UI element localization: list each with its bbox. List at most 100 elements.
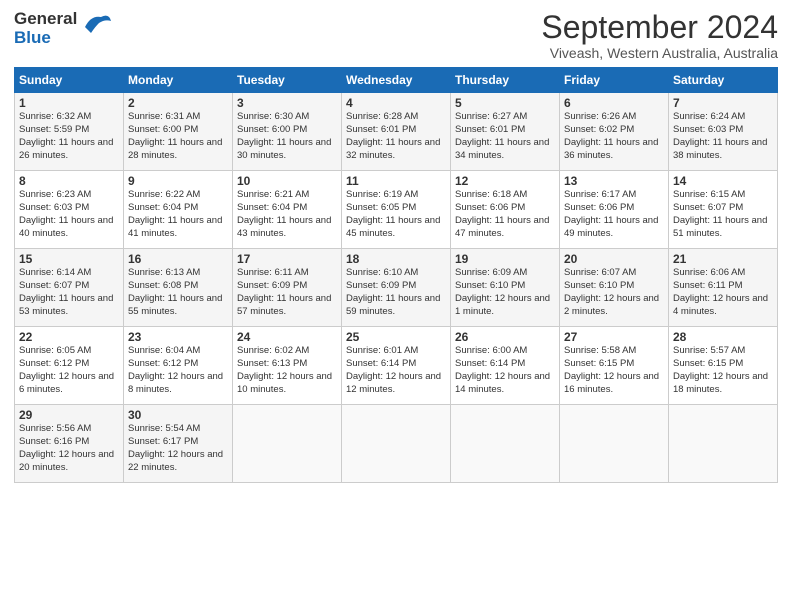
table-row: 22Sunrise: 6:05 AMSunset: 6:12 PMDayligh… xyxy=(15,327,124,405)
day-content: Sunrise: 6:02 AMSunset: 6:13 PMDaylight:… xyxy=(237,345,337,396)
table-row: 1Sunrise: 6:32 AMSunset: 5:59 PMDaylight… xyxy=(15,93,124,171)
day-number: 30 xyxy=(128,408,228,422)
calendar-subtitle: Viveash, Western Australia, Australia xyxy=(541,45,778,61)
day-content: Sunrise: 6:14 AMSunset: 6:07 PMDaylight:… xyxy=(19,267,119,318)
day-number: 22 xyxy=(19,330,119,344)
table-row: 4Sunrise: 6:28 AMSunset: 6:01 PMDaylight… xyxy=(342,93,451,171)
day-number: 16 xyxy=(128,252,228,266)
table-row: 12Sunrise: 6:18 AMSunset: 6:06 PMDayligh… xyxy=(451,171,560,249)
table-row: 23Sunrise: 6:04 AMSunset: 6:12 PMDayligh… xyxy=(124,327,233,405)
calendar-body: 1Sunrise: 6:32 AMSunset: 5:59 PMDaylight… xyxy=(15,93,778,483)
table-row xyxy=(451,405,560,483)
day-number: 26 xyxy=(455,330,555,344)
day-number: 7 xyxy=(673,96,773,110)
day-content: Sunrise: 6:30 AMSunset: 6:00 PMDaylight:… xyxy=(237,111,337,162)
day-number: 13 xyxy=(564,174,664,188)
header-monday: Monday xyxy=(124,68,233,93)
day-number: 28 xyxy=(673,330,773,344)
logo-bird-icon xyxy=(81,7,113,46)
table-row: 21Sunrise: 6:06 AMSunset: 6:11 PMDayligh… xyxy=(669,249,778,327)
day-number: 21 xyxy=(673,252,773,266)
day-number: 18 xyxy=(346,252,446,266)
day-content: Sunrise: 6:07 AMSunset: 6:10 PMDaylight:… xyxy=(564,267,664,318)
table-row: 20Sunrise: 6:07 AMSunset: 6:10 PMDayligh… xyxy=(560,249,669,327)
table-row: 19Sunrise: 6:09 AMSunset: 6:10 PMDayligh… xyxy=(451,249,560,327)
header-thursday: Thursday xyxy=(451,68,560,93)
table-row: 13Sunrise: 6:17 AMSunset: 6:06 PMDayligh… xyxy=(560,171,669,249)
day-content: Sunrise: 5:57 AMSunset: 6:15 PMDaylight:… xyxy=(673,345,773,396)
day-number: 9 xyxy=(128,174,228,188)
table-row: 29Sunrise: 5:56 AMSunset: 6:16 PMDayligh… xyxy=(15,405,124,483)
table-row: 25Sunrise: 6:01 AMSunset: 6:14 PMDayligh… xyxy=(342,327,451,405)
header-sunday: Sunday xyxy=(15,68,124,93)
day-content: Sunrise: 6:13 AMSunset: 6:08 PMDaylight:… xyxy=(128,267,228,318)
day-content: Sunrise: 6:31 AMSunset: 6:00 PMDaylight:… xyxy=(128,111,228,162)
day-content: Sunrise: 6:10 AMSunset: 6:09 PMDaylight:… xyxy=(346,267,446,318)
day-content: Sunrise: 6:21 AMSunset: 6:04 PMDaylight:… xyxy=(237,189,337,240)
day-content: Sunrise: 6:32 AMSunset: 5:59 PMDaylight:… xyxy=(19,111,119,162)
table-row: 10Sunrise: 6:21 AMSunset: 6:04 PMDayligh… xyxy=(233,171,342,249)
day-number: 5 xyxy=(455,96,555,110)
day-number: 27 xyxy=(564,330,664,344)
day-content: Sunrise: 6:11 AMSunset: 6:09 PMDaylight:… xyxy=(237,267,337,318)
day-number: 24 xyxy=(237,330,337,344)
day-content: Sunrise: 6:05 AMSunset: 6:12 PMDaylight:… xyxy=(19,345,119,396)
day-number: 11 xyxy=(346,174,446,188)
day-content: Sunrise: 6:24 AMSunset: 6:03 PMDaylight:… xyxy=(673,111,773,162)
day-content: Sunrise: 6:06 AMSunset: 6:11 PMDaylight:… xyxy=(673,267,773,318)
day-number: 2 xyxy=(128,96,228,110)
header-tuesday: Tuesday xyxy=(233,68,342,93)
table-row: 26Sunrise: 6:00 AMSunset: 6:14 PMDayligh… xyxy=(451,327,560,405)
logo: General Blue xyxy=(14,10,113,47)
day-number: 10 xyxy=(237,174,337,188)
page: General Blue September 2024 Viveash, Wes… xyxy=(0,0,792,612)
table-row: 28Sunrise: 5:57 AMSunset: 6:15 PMDayligh… xyxy=(669,327,778,405)
table-row: 30Sunrise: 5:54 AMSunset: 6:17 PMDayligh… xyxy=(124,405,233,483)
table-row: 27Sunrise: 5:58 AMSunset: 6:15 PMDayligh… xyxy=(560,327,669,405)
table-row: 6Sunrise: 6:26 AMSunset: 6:02 PMDaylight… xyxy=(560,93,669,171)
day-content: Sunrise: 6:26 AMSunset: 6:02 PMDaylight:… xyxy=(564,111,664,162)
day-content: Sunrise: 6:01 AMSunset: 6:14 PMDaylight:… xyxy=(346,345,446,396)
table-row: 15Sunrise: 6:14 AMSunset: 6:07 PMDayligh… xyxy=(15,249,124,327)
table-row: 8Sunrise: 6:23 AMSunset: 6:03 PMDaylight… xyxy=(15,171,124,249)
table-row: 18Sunrise: 6:10 AMSunset: 6:09 PMDayligh… xyxy=(342,249,451,327)
header-saturday: Saturday xyxy=(669,68,778,93)
day-content: Sunrise: 6:09 AMSunset: 6:10 PMDaylight:… xyxy=(455,267,555,318)
day-number: 8 xyxy=(19,174,119,188)
day-number: 1 xyxy=(19,96,119,110)
day-number: 15 xyxy=(19,252,119,266)
day-number: 6 xyxy=(564,96,664,110)
calendar-header: Sunday Monday Tuesday Wednesday Thursday… xyxy=(15,68,778,93)
table-row: 7Sunrise: 6:24 AMSunset: 6:03 PMDaylight… xyxy=(669,93,778,171)
day-content: Sunrise: 6:22 AMSunset: 6:04 PMDaylight:… xyxy=(128,189,228,240)
day-content: Sunrise: 6:00 AMSunset: 6:14 PMDaylight:… xyxy=(455,345,555,396)
table-row: 5Sunrise: 6:27 AMSunset: 6:01 PMDaylight… xyxy=(451,93,560,171)
title-block: September 2024 Viveash, Western Australi… xyxy=(541,10,778,61)
table-row xyxy=(669,405,778,483)
day-content: Sunrise: 6:04 AMSunset: 6:12 PMDaylight:… xyxy=(128,345,228,396)
table-row: 17Sunrise: 6:11 AMSunset: 6:09 PMDayligh… xyxy=(233,249,342,327)
header-wednesday: Wednesday xyxy=(342,68,451,93)
table-row: 24Sunrise: 6:02 AMSunset: 6:13 PMDayligh… xyxy=(233,327,342,405)
day-content: Sunrise: 5:56 AMSunset: 6:16 PMDaylight:… xyxy=(19,423,119,474)
table-row: 2Sunrise: 6:31 AMSunset: 6:00 PMDaylight… xyxy=(124,93,233,171)
day-number: 3 xyxy=(237,96,337,110)
logo-text-general: General xyxy=(14,9,77,28)
day-number: 14 xyxy=(673,174,773,188)
day-content: Sunrise: 6:28 AMSunset: 6:01 PMDaylight:… xyxy=(346,111,446,162)
day-number: 25 xyxy=(346,330,446,344)
table-row: 3Sunrise: 6:30 AMSunset: 6:00 PMDaylight… xyxy=(233,93,342,171)
day-number: 29 xyxy=(19,408,119,422)
day-content: Sunrise: 6:18 AMSunset: 6:06 PMDaylight:… xyxy=(455,189,555,240)
table-row: 14Sunrise: 6:15 AMSunset: 6:07 PMDayligh… xyxy=(669,171,778,249)
day-number: 4 xyxy=(346,96,446,110)
day-number: 12 xyxy=(455,174,555,188)
day-content: Sunrise: 6:23 AMSunset: 6:03 PMDaylight:… xyxy=(19,189,119,240)
table-row xyxy=(233,405,342,483)
calendar-table: Sunday Monday Tuesday Wednesday Thursday… xyxy=(14,67,778,483)
table-row: 16Sunrise: 6:13 AMSunset: 6:08 PMDayligh… xyxy=(124,249,233,327)
table-row: 11Sunrise: 6:19 AMSunset: 6:05 PMDayligh… xyxy=(342,171,451,249)
day-content: Sunrise: 6:17 AMSunset: 6:06 PMDaylight:… xyxy=(564,189,664,240)
day-content: Sunrise: 6:15 AMSunset: 6:07 PMDaylight:… xyxy=(673,189,773,240)
day-number: 20 xyxy=(564,252,664,266)
